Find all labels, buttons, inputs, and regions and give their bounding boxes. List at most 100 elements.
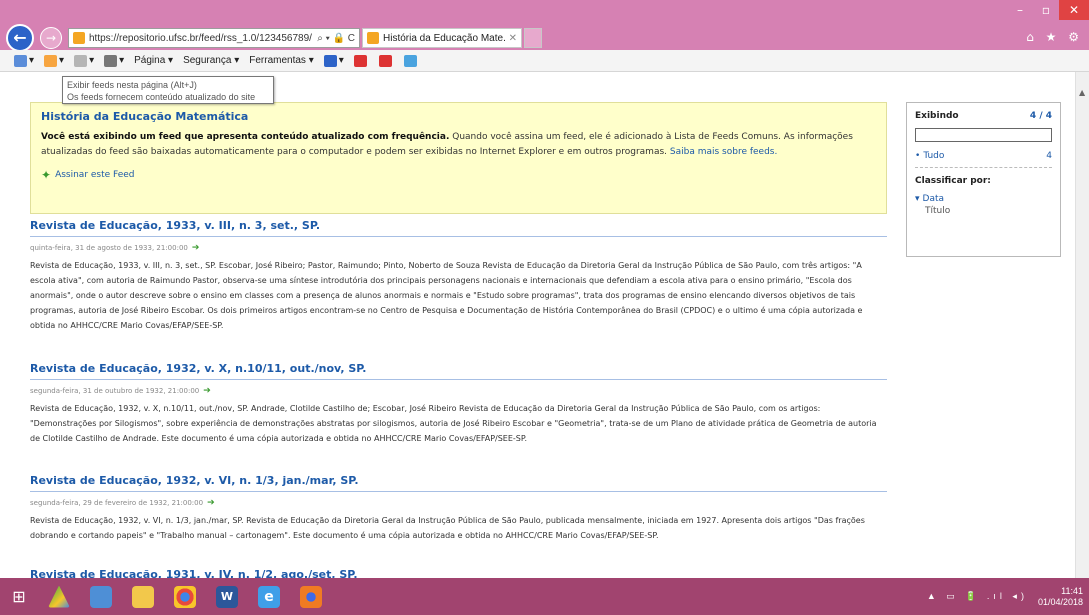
sort-by-label: Classificar por:	[915, 176, 991, 186]
article-title[interactable]: Revista de Educação, 1932, v. X, n.10/11…	[30, 362, 887, 380]
address-url[interactable]: https://repositorio.ufsc.br/feed/rss_1.0…	[89, 33, 313, 44]
page-menu[interactable]: Página ▾	[134, 55, 173, 66]
folder-icon	[132, 585, 154, 608]
go-arrow-icon[interactable]: ➔	[203, 386, 211, 396]
home-favorites-settings-icons[interactable]: ⌂ ★ ⚙	[1026, 30, 1083, 44]
tab-close-icon[interactable]: ✕	[509, 33, 517, 44]
feed-icon	[44, 54, 58, 67]
feeds-tooltip: Exibir feeds nesta página (Alt+J) Os fee…	[62, 76, 274, 104]
home-button[interactable]: ▾	[14, 54, 34, 67]
subscribe-feed-label[interactable]: Assinar este Feed	[55, 170, 134, 180]
sort-selected-triangle-icon: ▾	[915, 194, 920, 204]
vertical-scrollbar[interactable]: ▲	[1075, 72, 1089, 578]
help-button[interactable]: ▾	[323, 54, 344, 67]
taskbar-store[interactable]	[80, 578, 122, 615]
sort-option-date[interactable]: ▾ Data	[915, 194, 1052, 204]
taskbar-firefox[interactable]	[290, 578, 332, 615]
go-arrow-icon[interactable]: ➔	[192, 243, 200, 253]
feed-description-bold: Você está exibindo um feed que apresenta…	[41, 132, 450, 142]
start-button[interactable]: ⊞	[0, 578, 38, 615]
article-body: Revista de Educação, 1933, v. III, n. 3,…	[30, 261, 863, 330]
article-date-text: segunda-feira, 31 de outubro de 1932, 21…	[30, 387, 200, 395]
tab-favicon-icon	[367, 32, 379, 44]
help-icon	[323, 54, 337, 67]
address-bar[interactable]: https://repositorio.ufsc.br/feed/rss_1.0…	[68, 28, 360, 48]
close-window-button[interactable]: ✕	[1059, 0, 1089, 20]
filter-all-count: 4	[1046, 151, 1052, 161]
feeds-button[interactable]: ▾	[44, 54, 64, 67]
bullet-icon: •	[915, 151, 921, 161]
minimize-button[interactable]: –	[1007, 0, 1033, 20]
feed-title: História da Educação Matemática	[41, 110, 249, 123]
clock-time: 11:41	[1061, 585, 1083, 596]
article-date: segunda-feira, 29 de fevereiro de 1932, …	[30, 498, 887, 508]
subscribe-feed-link[interactable]: ✦ Assinar este Feed	[41, 168, 876, 182]
translate-button[interactable]	[378, 54, 394, 67]
store-icon	[90, 585, 112, 608]
forward-button[interactable]: →	[40, 27, 62, 49]
article-title[interactable]: Revista de Educação, 1933, v. III, n. 3,…	[30, 219, 887, 237]
system-tray-icons[interactable]: ▲ ▭ 🔋 .ıl ◂)	[927, 591, 1028, 602]
maximize-button[interactable]: ▫	[1033, 0, 1059, 20]
article-date-text: segunda-feira, 29 de fevereiro de 1932, …	[30, 499, 204, 507]
tab-title: História da Educação Mate...	[383, 32, 505, 44]
print-icon	[104, 54, 118, 67]
research-button[interactable]	[353, 54, 369, 67]
article-body: Revista de Educação, 1932, v. X, n.10/11…	[30, 404, 877, 443]
taskbar-chrome[interactable]	[164, 578, 206, 615]
window-controls: – ▫ ✕	[1007, 0, 1089, 20]
taskbar-internet-explorer[interactable]: e	[248, 578, 290, 615]
taskbar-google-drive[interactable]	[38, 578, 80, 615]
feed-article: Revista de Educação, 1932, v. X, n.10/11…	[30, 362, 887, 446]
article-date: segunda-feira, 31 de outubro de 1932, 21…	[30, 386, 887, 396]
chrome-icon	[174, 585, 196, 608]
feed-article: Revista de Educação, 1933, v. III, n. 3,…	[30, 219, 887, 333]
tooltip-line-1: Exibir feeds nesta página (Alt+J)	[67, 80, 197, 90]
extension-button[interactable]	[403, 54, 419, 67]
mail-icon	[74, 54, 88, 67]
filter-all-row[interactable]: • Tudo 4	[915, 151, 1052, 161]
print-button[interactable]: ▾	[104, 54, 124, 67]
new-tab-button[interactable]	[524, 28, 542, 48]
firefox-icon	[300, 585, 322, 608]
page-content: História da Educação Matemática Você est…	[0, 72, 1075, 578]
filter-search-input[interactable]	[915, 128, 1052, 142]
sort-option-date-label[interactable]: Data	[923, 194, 945, 204]
google-drive-icon	[48, 585, 70, 608]
taskbar: ⊞ W e ▲ ▭ 🔋 .ıl ◂) 11:41 01/04/2018	[0, 578, 1089, 615]
home-icon	[14, 54, 27, 67]
clock-date: 01/04/2018	[1037, 596, 1083, 607]
clock[interactable]: 11:41 01/04/2018	[1038, 586, 1083, 608]
article-date: quinta-feira, 31 de agosto de 1933, 21:0…	[30, 243, 887, 253]
go-arrow-icon[interactable]: ➔	[207, 498, 215, 508]
security-menu[interactable]: Segurança ▾	[183, 55, 239, 66]
showing-row: Exibindo 4 / 4	[915, 111, 1052, 121]
learn-more-feeds-link[interactable]: Saiba mais sobre feeds.	[670, 147, 777, 157]
filter-all-text[interactable]: Tudo	[923, 151, 944, 161]
translate-icon	[378, 54, 392, 67]
article-date-text: quinta-feira, 31 de agosto de 1933, 21:0…	[30, 244, 188, 252]
sort-option-title[interactable]: Título	[915, 206, 1052, 216]
taskbar-word[interactable]: W	[206, 578, 248, 615]
filter-all-label[interactable]: • Tudo	[915, 151, 944, 161]
article-body: Revista de Educação, 1932, v. VI, n. 1/3…	[30, 516, 865, 540]
site-favicon-icon	[73, 32, 85, 44]
article-title[interactable]: Revista de Educação, 1931, v. IV, n. 1/2…	[30, 568, 887, 578]
showing-count: 4 / 4	[1029, 111, 1052, 121]
taskbar-file-explorer[interactable]	[122, 578, 164, 615]
back-button[interactable]: ←	[6, 24, 34, 52]
internet-explorer-icon: e	[258, 585, 280, 608]
tools-menu[interactable]: Ferramentas ▾	[249, 55, 313, 66]
tooltip-line-2: Os feeds fornecem conteúdo atualizado do…	[67, 92, 256, 102]
browser-titlebar: ← → https://repositorio.ufsc.br/feed/rss…	[0, 0, 1089, 52]
feed-article: Revista de Educação, 1932, v. VI, n. 1/3…	[30, 474, 887, 543]
subscribe-star-icon: ✦	[41, 168, 52, 182]
address-controls[interactable]: ⌕ ▾ 🔒 C	[313, 33, 359, 44]
article-title[interactable]: Revista de Educação, 1932, v. VI, n. 1/3…	[30, 474, 887, 492]
feed-header-box: História da Educação Matemática Você est…	[30, 102, 887, 214]
browser-tab-active[interactable]: História da Educação Mate... ✕	[362, 28, 522, 48]
scroll-up-arrow-icon[interactable]: ▲	[1079, 88, 1085, 97]
filter-panel: Exibindo 4 / 4 • Tudo 4 Classificar por: …	[906, 102, 1061, 257]
mail-button[interactable]: ▾	[74, 54, 94, 67]
showing-label: Exibindo	[915, 111, 959, 121]
